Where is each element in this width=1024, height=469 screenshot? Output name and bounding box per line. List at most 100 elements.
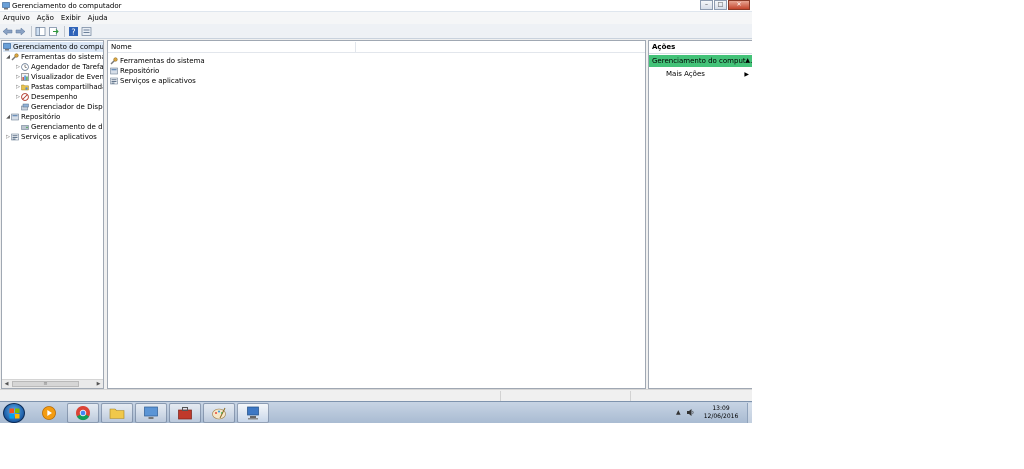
computer-management-icon — [2, 2, 10, 10]
taskbar-chrome[interactable] — [67, 403, 99, 423]
actions-section-label: Gerenciamento do comput... — [652, 57, 752, 65]
window-title: Gerenciamento do computador — [12, 2, 122, 10]
clock-date: 12/06/2016 — [703, 413, 739, 420]
storage-icon — [11, 113, 19, 121]
clock-time: 13:09 — [712, 405, 730, 412]
network-monitor-icon — [144, 406, 158, 419]
menu-ajuda[interactable]: Ajuda — [88, 12, 108, 24]
back-button[interactable] — [2, 26, 13, 37]
submenu-arrow-icon: ▶ — [744, 71, 749, 78]
media-player-icon — [42, 406, 56, 420]
list-item-label: Repositório — [120, 67, 160, 75]
tree-item-agendador[interactable]: ▷ Agendador de Tarefas — [15, 62, 104, 72]
list-item-repositorio[interactable]: Repositório — [110, 66, 159, 76]
tree-item-pastas[interactable]: ▷ Pastas compartilhadas — [15, 82, 104, 92]
list-item-label: Ferramentas do sistema — [120, 57, 205, 65]
services-icon — [110, 77, 118, 85]
taskbar-computer-management[interactable] — [237, 403, 269, 423]
menu-bar: Arquivo Ação Exibir Ajuda — [0, 12, 752, 24]
performance-icon — [21, 93, 29, 101]
tree-item-label: Desempenho — [31, 93, 78, 101]
tree-item-repositorio[interactable]: ◢ Repositório — [5, 112, 60, 122]
properties-icon — [81, 26, 92, 36]
tree-root-computer-management[interactable]: Gerenciamento do computado — [3, 42, 104, 52]
show-hidden-icons-icon[interactable]: ▲ — [676, 409, 681, 416]
paint-icon — [212, 407, 226, 420]
shared-folder-icon — [21, 84, 29, 91]
system-clock[interactable]: 13:09 12/06/2016 — [698, 405, 744, 421]
list-item-ferramentas[interactable]: Ferramentas do sistema — [110, 56, 205, 66]
actions-title: Ações — [649, 41, 752, 54]
folder-icon — [109, 408, 125, 419]
tree-item-label: Ferramentas do sistema — [21, 53, 104, 61]
tree-item-ferramentas[interactable]: ◢ Ferramentas do sistema — [5, 52, 104, 62]
help-button[interactable]: ? — [68, 26, 79, 37]
taskbar-toolbox[interactable] — [169, 403, 201, 423]
scroll-left-icon[interactable]: ◀ — [2, 380, 11, 388]
properties-button[interactable] — [81, 26, 92, 37]
tools-icon — [11, 53, 19, 61]
status-segment — [500, 391, 501, 401]
list-item-label: Serviços e aplicativos — [120, 77, 196, 85]
content-list: Nome Ferramentas do sistema Repositório … — [107, 40, 646, 389]
toolbar: ? — [0, 24, 752, 39]
taskbar-explorer[interactable] — [101, 403, 133, 423]
tree-item-gerenciamento-disco[interactable]: Gerenciamento de disco — [21, 122, 103, 132]
taskbar-media-player[interactable] — [33, 403, 65, 423]
more-actions-item[interactable]: Mais Ações ▶ — [666, 69, 752, 80]
help-icon: ? — [69, 26, 78, 36]
minimize-button[interactable]: – — [700, 0, 713, 10]
menu-acao[interactable]: Ação — [37, 12, 54, 24]
disk-icon — [21, 125, 29, 130]
show-hide-tree-button[interactable] — [35, 26, 46, 37]
maximize-button[interactable]: □ — [714, 0, 727, 10]
scroll-right-icon[interactable]: ▶ — [94, 380, 103, 388]
forward-button[interactable] — [15, 26, 26, 37]
clock-icon — [21, 63, 29, 71]
column-separator[interactable] — [355, 42, 356, 52]
tree-item-label: Serviços e aplicativos — [21, 133, 97, 141]
scrollbar-thumb[interactable]: ≡ — [12, 381, 79, 387]
title-bar: Gerenciamento do computador – □ ✕ — [0, 0, 752, 12]
list-item-servicos[interactable]: Serviços e aplicativos — [110, 76, 196, 86]
actions-pane: Ações Gerenciamento do comput... ▲ Mais … — [648, 40, 752, 389]
services-icon — [11, 133, 19, 141]
menu-arquivo[interactable]: Arquivo — [3, 12, 30, 24]
taskbar-network-monitor[interactable] — [135, 403, 167, 423]
actions-section-header[interactable]: Gerenciamento do comput... ▲ — [649, 55, 752, 67]
toolbox-icon — [178, 407, 192, 420]
list-column-header[interactable]: Nome — [108, 41, 645, 53]
chrome-icon — [76, 406, 90, 421]
tree-item-visualizador[interactable]: ▷ Visualizador de Eventos — [15, 72, 104, 82]
speaker-icon[interactable] — [686, 408, 695, 417]
forward-arrow-icon — [15, 26, 26, 36]
close-button[interactable]: ✕ — [728, 0, 750, 10]
taskbar-paint[interactable] — [203, 403, 235, 423]
event-viewer-icon — [21, 73, 29, 81]
windows-logo-icon — [9, 408, 20, 419]
start-button[interactable] — [3, 403, 25, 423]
column-nome[interactable]: Nome — [111, 42, 132, 52]
notification-area: ▲ 13:09 12/06/2016 — [672, 403, 752, 423]
tree-root-label: Gerenciamento do computado — [13, 43, 104, 51]
more-actions-label: Mais Ações — [666, 70, 705, 78]
tools-icon — [110, 57, 118, 65]
taskbar: ▲ 13:09 12/06/2016 — [0, 401, 752, 423]
tree-item-label: Pastas compartilhadas — [31, 83, 104, 91]
tree-item-gerenciador-dispositivos[interactable]: Gerenciador de Disposit — [21, 102, 103, 112]
collapse-up-icon[interactable]: ▲ — [745, 55, 750, 67]
export-list-button[interactable] — [48, 26, 59, 37]
horizontal-scrollbar[interactable]: ◀ ≡ ▶ — [2, 379, 103, 388]
tree-item-label: Agendador de Tarefas — [31, 63, 104, 71]
computer-management-icon — [3, 43, 11, 51]
tree-item-desempenho[interactable]: ▷ Desempenho — [15, 92, 77, 102]
storage-icon — [110, 67, 118, 75]
tree-item-label: Repositório — [21, 113, 61, 121]
menu-exibir[interactable]: Exibir — [61, 12, 81, 24]
device-manager-icon — [21, 103, 29, 111]
tree-item-label: Visualizador de Eventos — [31, 73, 104, 81]
export-list-icon — [49, 26, 59, 36]
tree-item-servicos[interactable]: ▷ Serviços e aplicativos — [5, 132, 97, 142]
toolbar-separator — [64, 25, 65, 37]
show-desktop-button[interactable] — [747, 403, 752, 423]
